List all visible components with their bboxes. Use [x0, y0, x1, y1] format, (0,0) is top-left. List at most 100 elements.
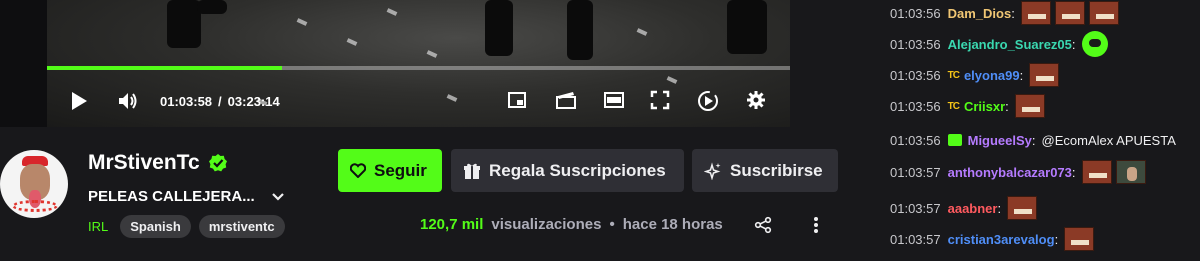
chat-emote[interactable]: [1054, 1, 1085, 25]
video-player[interactable]: 01:03:58 / 03:23:14: [0, 0, 870, 127]
chat-username[interactable]: cristian3arevalog: [948, 232, 1055, 247]
chat-emote[interactable]: [1064, 227, 1095, 251]
chat-panel: 01:03:56 Dam_Dios: 01:03:56 Alejandro_Suare…: [870, 0, 1200, 261]
chat-colon: :: [1019, 67, 1024, 83]
video-speck: [636, 28, 648, 36]
time-display: 01:03:58 / 03:23:14: [160, 94, 280, 109]
fullscreen-icon[interactable]: [650, 90, 670, 110]
chat-username[interactable]: Alejandro_Suarez05: [948, 37, 1072, 52]
control-bar: 01:03:58 / 03:23:14: [47, 84, 790, 120]
chat-badge: TC: [947, 69, 960, 81]
avatar-necklace: [12, 200, 58, 212]
chat-timestamp: 01:03:57: [890, 231, 941, 247]
chat-emote[interactable]: [1007, 196, 1038, 220]
video-speck: [346, 38, 358, 46]
chat-colon: :: [1071, 36, 1076, 52]
share-icon: [754, 216, 772, 234]
tag-language[interactable]: Spanish: [120, 215, 191, 238]
chat-username[interactable]: aaabner: [948, 201, 998, 216]
video-figure: [485, 0, 513, 56]
chat-emote[interactable]: [1014, 94, 1045, 118]
chat-colon: :: [1071, 164, 1076, 180]
theater-icon[interactable]: [603, 90, 625, 110]
chat-emote[interactable]: [1029, 63, 1060, 87]
time-ago: hace 18 horas: [622, 216, 723, 233]
chevron-down-icon[interactable]: [271, 192, 285, 202]
video-speck: [426, 50, 438, 58]
channel-name-row: MrStivenTc: [88, 151, 228, 175]
separator-dot: •: [609, 216, 615, 233]
chat-username[interactable]: elyona99: [964, 68, 1020, 83]
play-icon[interactable]: [69, 90, 89, 112]
more-options-button[interactable]: [812, 216, 820, 239]
chat-colon: :: [1054, 231, 1059, 247]
stream-page: 01:03:58 / 03:23:14 MrStivenTc PELEAS CA…: [0, 0, 1200, 261]
chat-message: 01:03:56 TC elyona99:: [890, 62, 1060, 88]
heart-icon: [350, 163, 366, 178]
chat-colon: :: [1005, 98, 1009, 114]
views-count: 120,7 mil: [420, 216, 484, 233]
follow-button[interactable]: Seguir: [338, 149, 442, 192]
views-row: 120,7 mil visualizaciones • hace 18 hora…: [420, 216, 723, 233]
chat-badge: TC: [947, 100, 960, 112]
follow-label: Seguir: [374, 160, 427, 180]
chat-username[interactable]: anthonybalcazar073: [948, 165, 1072, 180]
chat-username[interactable]: Criisxr: [964, 99, 1005, 114]
channel-name[interactable]: MrStivenTc: [88, 151, 200, 175]
chat-message: 01:03:57 anthonybalcazar073:: [890, 159, 1146, 185]
avatar[interactable]: [0, 150, 68, 218]
video-side-panel: [790, 0, 870, 127]
category-link[interactable]: IRL: [88, 219, 108, 234]
subscribe-button[interactable]: Suscribirse: [692, 149, 838, 192]
chat-message: 01:03:57 cristian3arevalog:: [890, 226, 1095, 252]
chat-message: 01:03:56 TC Criisxr:: [890, 93, 1045, 119]
video-figure: [197, 0, 227, 14]
share-button[interactable]: [754, 216, 772, 239]
chat-timestamp: 01:03:56: [890, 36, 941, 52]
time-separator: /: [218, 94, 222, 109]
chat-emote[interactable]: [1081, 31, 1108, 57]
progress-bar[interactable]: [47, 66, 790, 70]
chat-emote[interactable]: [1020, 1, 1051, 25]
tag-channel[interactable]: mrstiventc: [198, 215, 285, 238]
video-figure: [167, 0, 201, 48]
speed-icon[interactable]: [697, 90, 719, 112]
chat-message: 01:03:57 aaabner:: [890, 195, 1038, 221]
chat-message: 01:03:56 Alejandro_Suarez05:: [890, 31, 1108, 57]
video-speck: [296, 18, 308, 26]
chat-text: @EcomAlex APUESTA: [1041, 132, 1176, 148]
chat-username[interactable]: MigueelSy: [968, 133, 1032, 148]
settings-icon[interactable]: [746, 90, 766, 110]
chat-timestamp: 01:03:56: [890, 132, 941, 148]
chat-username[interactable]: Dam_Dios: [948, 6, 1012, 21]
chat-colon: :: [997, 200, 1002, 216]
pip-icon[interactable]: [507, 90, 527, 110]
tags-row: IRL Spanish mrstiventc: [88, 215, 285, 238]
more-icon: [814, 217, 818, 233]
gift-subs-button[interactable]: Regala Suscripciones: [451, 149, 684, 192]
chat-emote[interactable]: [1088, 1, 1119, 25]
chat-timestamp: 01:03:56: [890, 5, 941, 21]
gift-icon: [464, 163, 480, 179]
chat-colon: :: [1011, 5, 1015, 21]
video-figure: [727, 0, 767, 54]
chat-emote[interactable]: [1115, 160, 1146, 184]
gift-subs-label: Regala Suscripciones: [489, 160, 666, 180]
video-speck: [386, 8, 398, 16]
views-label: visualizaciones: [491, 216, 602, 233]
video-speck: [666, 76, 678, 84]
stream-title: PELEAS CALLEJERA...: [88, 188, 255, 205]
chat-timestamp: 01:03:56: [890, 67, 941, 83]
current-time: 01:03:58: [160, 94, 213, 109]
chat-timestamp: 01:03:56: [890, 98, 941, 114]
subscribe-label: Suscribirse: [730, 160, 823, 180]
chat-colon: :: [1031, 132, 1036, 148]
volume-icon[interactable]: [117, 90, 139, 112]
chat-emote[interactable]: [1081, 160, 1112, 184]
chat-message: 01:03:56 MigueelSy: @EcomAlex APUESTA: [890, 127, 1176, 153]
clip-icon[interactable]: [555, 90, 577, 110]
video-figure: [567, 0, 593, 60]
sparkle-icon: [704, 161, 721, 180]
duration: 03:23:14: [227, 94, 280, 109]
stream-title-row[interactable]: PELEAS CALLEJERA...: [88, 188, 285, 205]
